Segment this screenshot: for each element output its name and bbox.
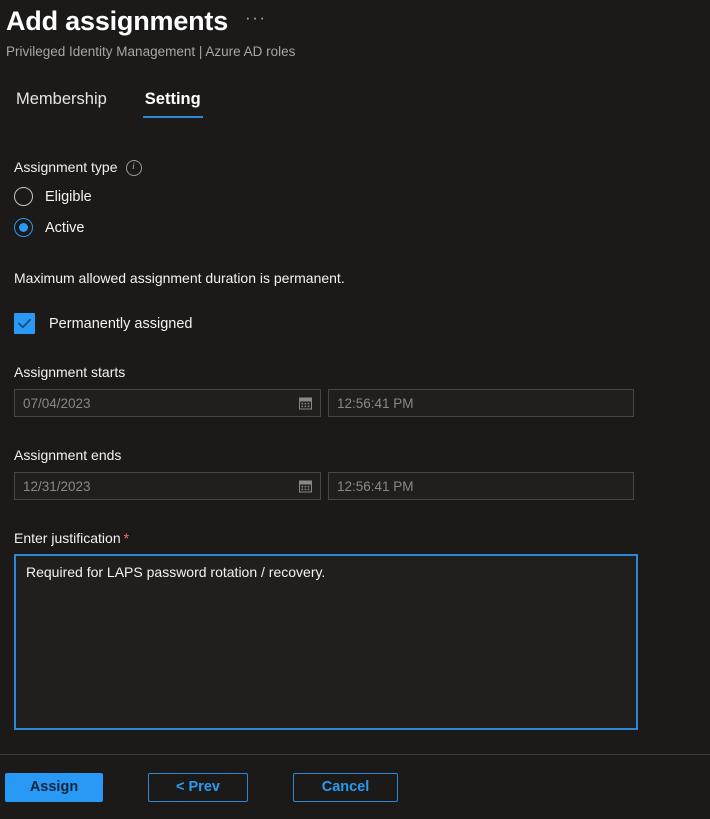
action-bar: Assign < Prev Cancel — [0, 754, 710, 819]
more-options-icon[interactable]: ··· — [242, 7, 269, 35]
assign-button[interactable]: Assign — [5, 772, 103, 802]
assignment-starts-inputs: 07/04/2023 12:56:41 PM — [14, 389, 696, 417]
prev-button[interactable]: < Prev — [148, 772, 248, 802]
blade-header: Add assignments ··· Privileged Identity … — [0, 0, 710, 61]
calendar-icon[interactable] — [299, 397, 312, 410]
page-title: Add assignments — [6, 6, 229, 36]
justification-label-row: Enter justification * — [14, 530, 696, 546]
calendar-icon[interactable] — [299, 480, 312, 493]
info-icon[interactable]: i — [125, 160, 142, 176]
settings-form: Assignment type i Eligible Active Maximu… — [0, 159, 710, 730]
permanently-assigned-label: Permanently assigned — [49, 315, 193, 332]
radio-active-label: Active — [45, 219, 85, 236]
assignment-starts-label: Assignment starts — [14, 364, 126, 380]
assignment-type-group: Assignment type i Eligible Active — [14, 159, 696, 237]
assignment-starts-group: Assignment starts 07/04/2023 12:56:41 PM — [14, 364, 696, 417]
tab-bar: Membership Setting — [0, 86, 710, 118]
title-row: Add assignments ··· — [6, 4, 710, 38]
justification-group: Enter justification * Required for LAPS p… — [14, 530, 696, 730]
permanently-assigned-row[interactable]: Permanently assigned — [14, 313, 696, 334]
assignment-ends-group: Assignment ends 12/31/2023 12:56:41 PM — [14, 447, 696, 500]
assignment-ends-date-value: 12/31/2023 — [23, 478, 91, 494]
radio-eligible-label: Eligible — [45, 188, 92, 205]
breadcrumb: Privileged Identity Management | Azure A… — [6, 44, 296, 59]
required-marker: * — [123, 530, 130, 546]
radio-option-eligible[interactable]: Eligible — [14, 187, 696, 206]
assignment-ends-label: Assignment ends — [14, 447, 122, 463]
assignment-ends-inputs: 12/31/2023 12:56:41 PM — [14, 472, 696, 500]
duration-note: Maximum allowed assignment duration is p… — [14, 270, 345, 286]
assignment-starts-date-input[interactable]: 07/04/2023 — [14, 389, 321, 417]
assignment-type-label-row: Assignment type i — [14, 159, 696, 176]
assignment-starts-date-value: 07/04/2023 — [23, 395, 91, 411]
justification-textarea[interactable]: Required for LAPS password rotation / re… — [14, 554, 638, 730]
radio-active-icon[interactable] — [14, 218, 33, 237]
cancel-button[interactable]: Cancel — [293, 772, 398, 802]
radio-eligible-icon[interactable] — [14, 187, 33, 206]
permanently-assigned-checkbox[interactable] — [14, 313, 35, 334]
radio-option-active[interactable]: Active — [14, 218, 696, 237]
assignment-ends-date-input[interactable]: 12/31/2023 — [14, 472, 321, 500]
assignment-starts-time-input[interactable]: 12:56:41 PM — [328, 389, 634, 417]
assignment-ends-time-input[interactable]: 12:56:41 PM — [328, 472, 634, 500]
add-assignments-blade: Add assignments ··· Privileged Identity … — [0, 0, 710, 819]
assignment-starts-time-value: 12:56:41 PM — [337, 395, 414, 411]
tab-membership[interactable]: Membership — [14, 86, 109, 118]
assignment-type-label: Assignment type — [14, 159, 118, 175]
justification-label: Enter justification — [14, 530, 121, 546]
tab-setting[interactable]: Setting — [142, 86, 203, 118]
assignment-ends-time-value: 12:56:41 PM — [337, 478, 414, 494]
